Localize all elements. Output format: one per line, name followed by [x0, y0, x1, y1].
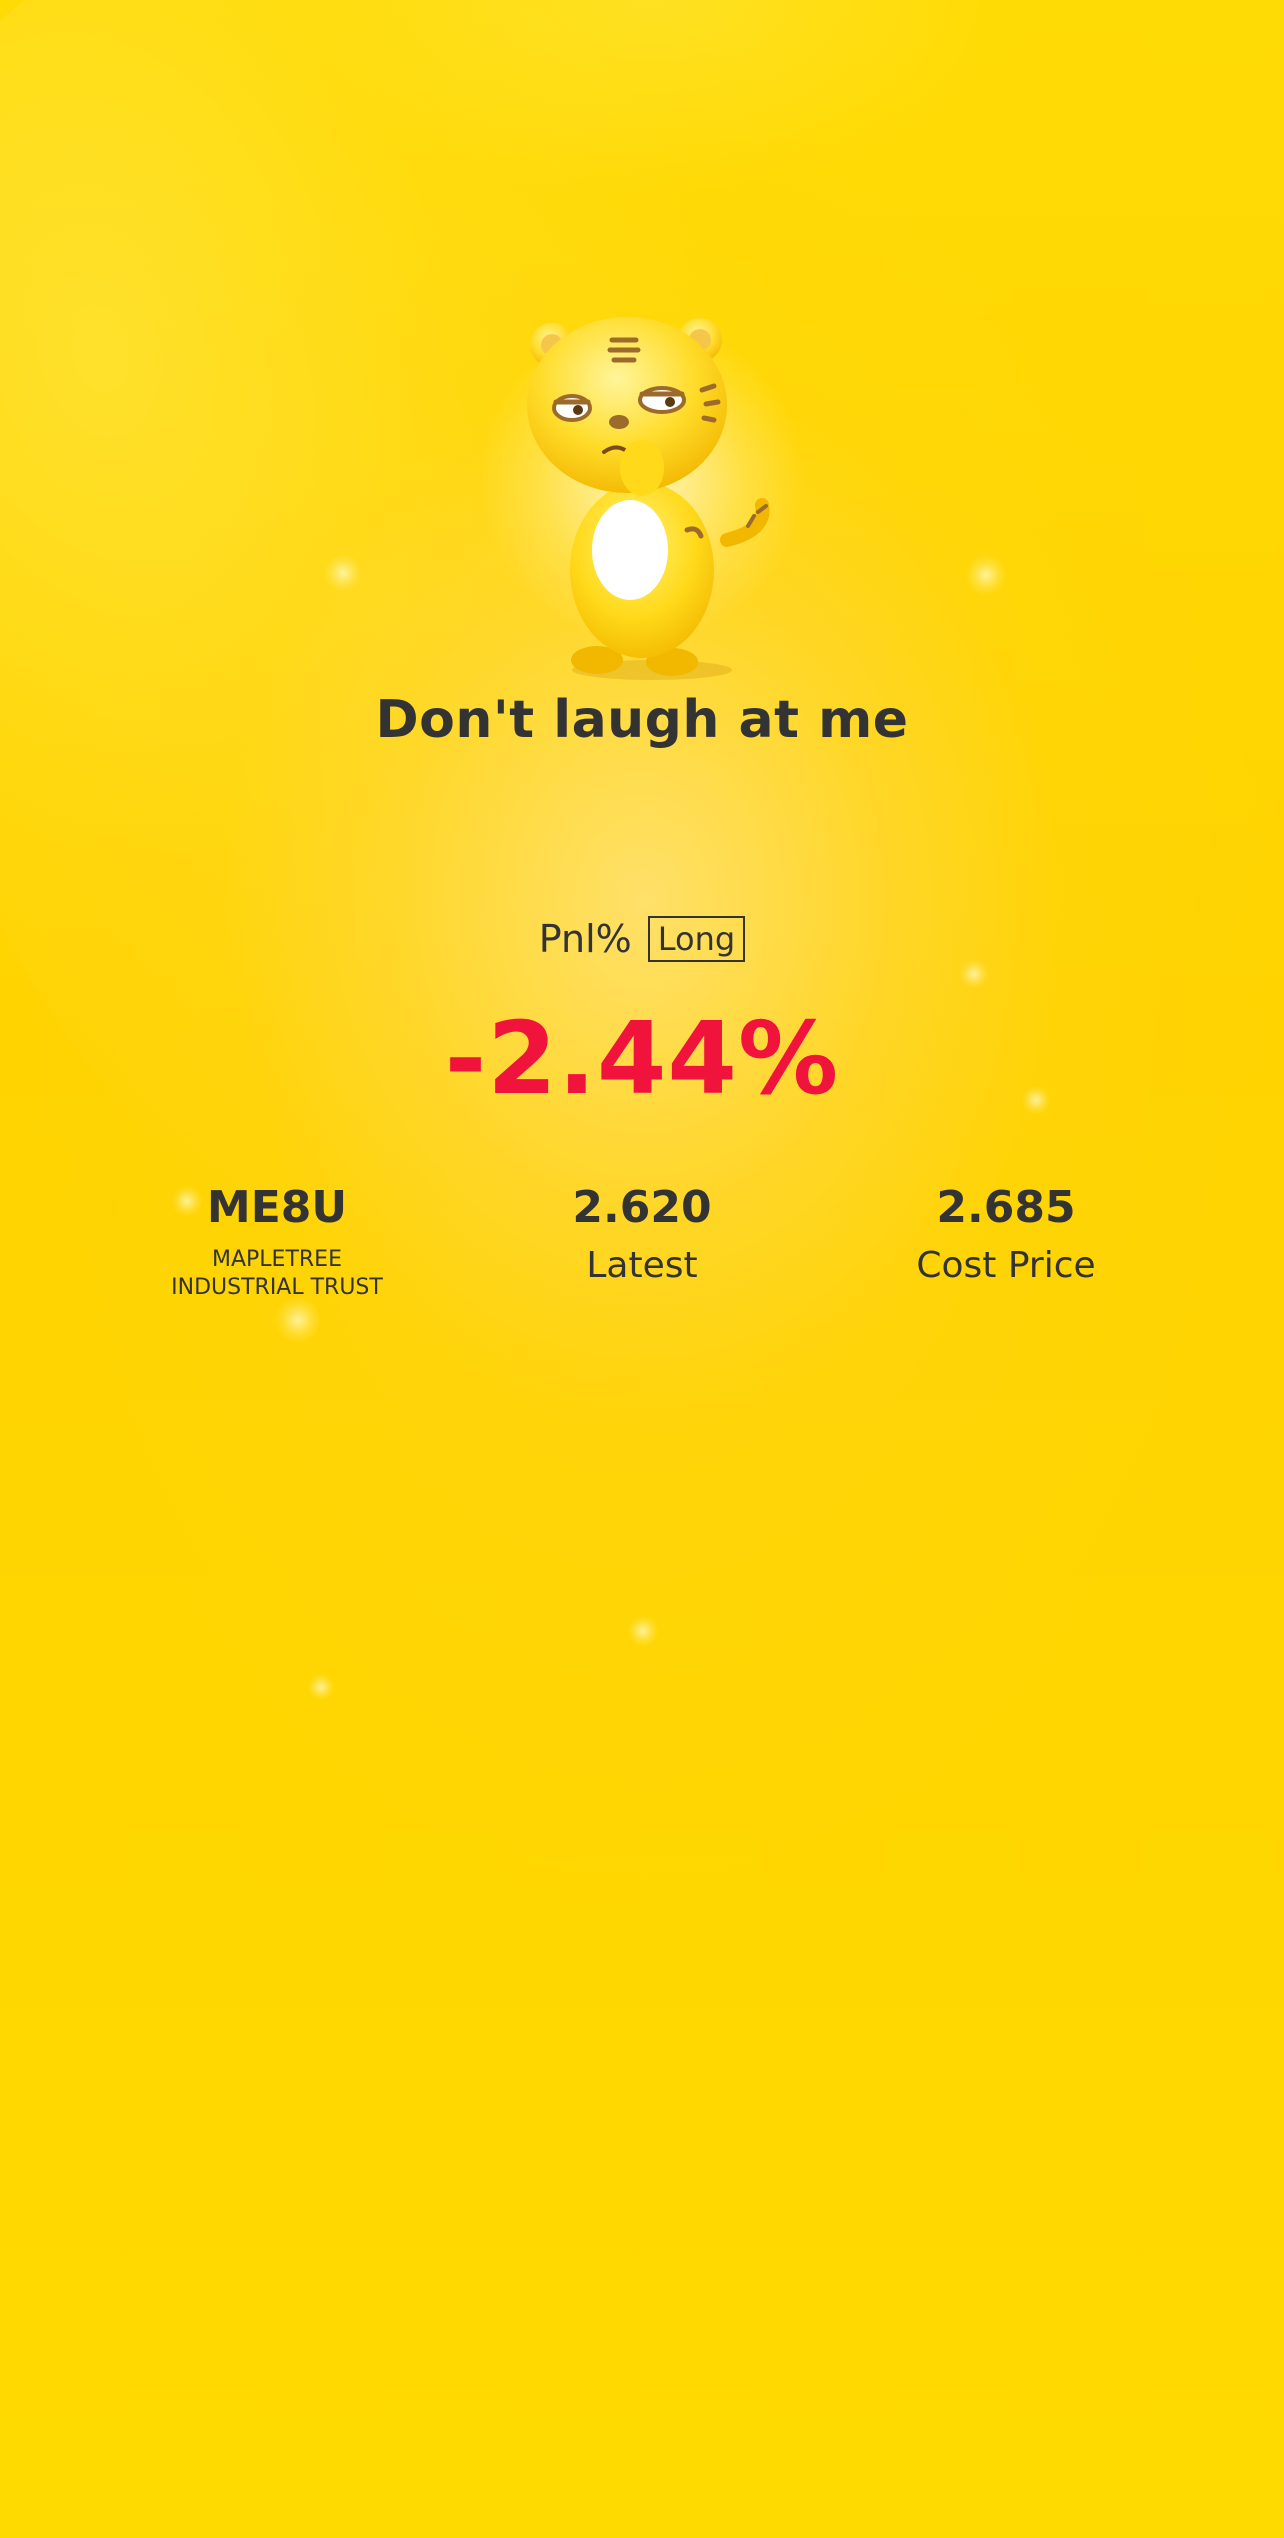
cost-label: Cost Price: [916, 1245, 1096, 1286]
latest-value: 2.620: [572, 1182, 712, 1233]
tiger-mascot-icon: [527, 317, 770, 680]
sparkle: [308, 1674, 334, 1700]
position-badge: Long: [647, 916, 746, 962]
sparkle: [276, 1298, 320, 1342]
stock-name-line2: INDUSTRIAL TRUST: [171, 1275, 383, 1300]
headline: Don't laugh at me: [375, 690, 909, 750]
sparkle: [325, 555, 361, 591]
sparkle: [960, 960, 988, 988]
latest-stat: 2.620 Latest: [462, 1180, 822, 1288]
sparkle: [966, 555, 1006, 595]
sparkle: [628, 1616, 658, 1646]
pnl-row: Pnl% Long: [0, 916, 1284, 962]
pnl-label: Pnl%: [538, 917, 632, 961]
stock-symbol: ME8U: [206, 1182, 348, 1233]
stock-stat: ME8U MAPLETREE INDUSTRIAL TRUST: [97, 1180, 457, 1302]
pnl-value: -2.44%: [444, 1000, 840, 1117]
latest-label: Latest: [586, 1245, 698, 1286]
cost-value: 2.685: [936, 1182, 1076, 1233]
cost-stat: 2.685 Cost Price: [826, 1180, 1186, 1288]
stock-name: MAPLETREE INDUSTRIAL TRUST: [97, 1246, 457, 1302]
stock-name-line1: MAPLETREE: [212, 1247, 342, 1272]
